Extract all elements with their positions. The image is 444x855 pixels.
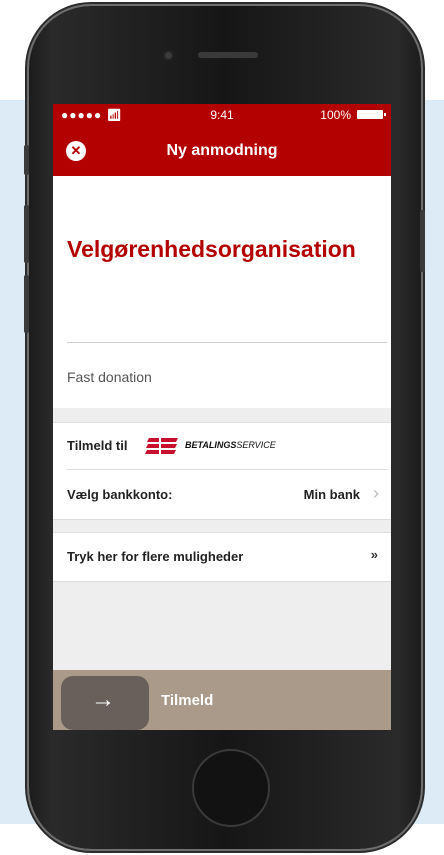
subscribe-slider[interactable]: → Tilmeld [53,670,391,730]
volume-up-button [24,205,29,263]
double-chevron-down-icon[interactable]: » [371,547,378,562]
power-button [420,210,425,272]
front-camera [163,50,174,61]
slide-handle[interactable]: → [61,676,149,730]
page-title: Ny anmodning [166,142,278,159]
organization-card: Velgørenhedsorganisation Fast donation [53,176,391,408]
more-options-row[interactable]: Tryk her for flere muligheder » [53,532,391,582]
organization-name: Velgørenhedsorganisation [67,236,356,262]
home-button[interactable] [192,749,270,827]
nav-bar: ✕ Ny anmodning [53,126,391,176]
earpiece-speaker [198,52,258,58]
divider [67,469,387,470]
subscribe-button-label: Tilmeld [161,692,214,709]
mute-switch [24,145,29,175]
volume-down-button [24,275,29,333]
arrow-right-icon: → [91,686,115,713]
bank-account-value[interactable]: Min bank [304,487,360,502]
subscription-card: Tilmeld til BETALINGSSERVICE Vælg bankko… [53,422,391,520]
app-screen: ●●●●● 📶︎ 9:41 100% ✕ Ny anmodning Velgør… [53,104,391,730]
subscribe-label: Tilmeld til [67,438,128,453]
betalingsservice-wordmark: BETALINGSSERVICE [185,440,276,450]
chevron-right-icon[interactable]: › [373,483,379,504]
more-options-label[interactable]: Tryk her for flere muligheder [67,549,243,564]
bank-account-label[interactable]: Vælg bankkonto: [67,487,172,502]
battery-icon [357,110,386,119]
status-bar: ●●●●● 📶︎ 9:41 100% [53,104,391,126]
betalingsservice-logo-icon [145,437,178,455]
battery-percent: 100% [320,108,351,122]
donation-type: Fast donation [67,369,152,385]
divider [67,342,387,343]
